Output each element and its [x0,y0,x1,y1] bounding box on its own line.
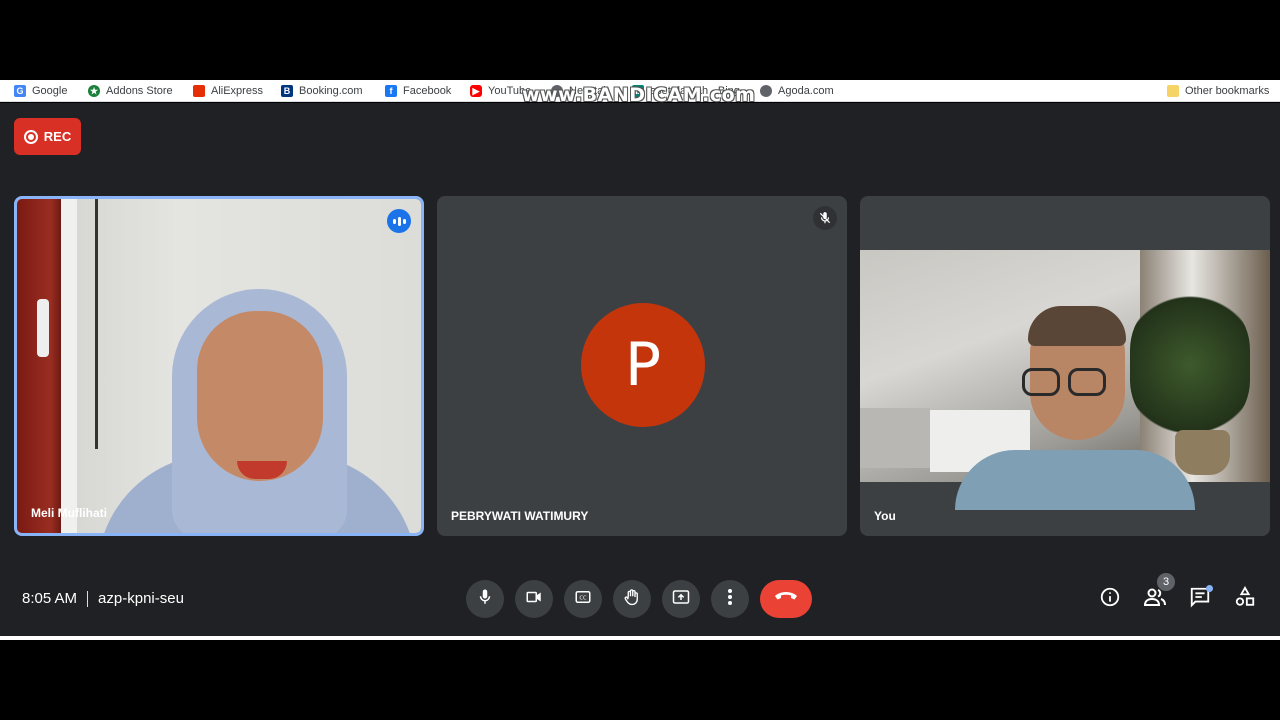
bookmark-booking[interactable]: B Booking.com [281,84,363,98]
booking-icon: B [281,85,293,97]
microphone-button[interactable] [466,580,504,618]
microphone-icon [476,588,494,611]
self-video [860,250,1270,510]
mic-off-icon [813,206,837,230]
speaking-indicator-icon [387,209,411,233]
bookmark-label: Booking.com [299,85,363,97]
meeting-details-button[interactable] [1097,586,1123,612]
activities-icon [1234,585,1256,613]
participant-name: PEBRYWATI WATIMURY [451,509,589,523]
bookmark-label: Facebook [403,85,452,97]
bookmark-label: Agoda.com [778,85,834,97]
recording-indicator: REC [14,118,81,155]
svg-text:CC: CC [579,595,587,601]
participant-avatar: P [581,303,705,427]
facebook-icon: f [385,85,397,97]
participant-tile-meli[interactable]: Meli Muflihati [14,196,424,536]
bookmark-label: AliExpress [211,85,263,97]
aliexpress-icon [193,85,205,97]
more-options-icon [727,588,733,611]
participant-name: Meli Muflihati [31,506,107,520]
more-options-button[interactable] [711,580,749,618]
bottom-divider [0,636,1280,640]
raise-hand-button[interactable] [613,580,651,618]
participant-video [17,199,421,533]
bookmark-addons-store[interactable]: ★ Addons Store [88,84,173,98]
youtube-icon: ▶ [470,85,482,97]
camera-icon [525,588,543,611]
recording-label: REC [43,129,72,144]
other-bookmarks[interactable]: Other bookmarks [1167,84,1269,98]
meeting-info: 8:05 AM azp-kpni-seu [22,590,184,607]
people-count-badge: 3 [1157,573,1175,591]
present-icon [671,588,691,611]
chat-notification-dot [1206,585,1213,592]
folder-icon [1167,85,1179,97]
bookmark-label: Google [32,85,68,97]
meeting-time: 8:05 AM [22,590,78,607]
globe-icon [760,85,772,97]
record-icon [23,129,38,144]
meeting-code[interactable]: azp-kpni-seu [98,590,184,607]
present-button[interactable] [662,580,700,618]
addons-store-icon: ★ [88,85,100,97]
bookmark-google[interactable]: G Google [14,84,67,98]
bookmark-label: Addons Store [106,85,173,97]
info-icon [1099,586,1121,613]
captions-icon: CC [573,588,593,611]
leave-call-icon [774,590,798,608]
screen: G Google ★ Addons Store AliExpress B Boo… [0,0,1280,720]
camera-button[interactable] [515,580,553,618]
raise-hand-icon [623,587,641,612]
participant-tile-you[interactable]: You [860,196,1270,536]
bookmark-agoda[interactable]: Agoda.com [760,84,834,98]
participant-tile-pebrywati[interactable]: P PEBRYWATI WATIMURY [437,196,847,536]
participant-name: You [874,509,896,523]
activities-button[interactable] [1232,585,1258,613]
other-bookmarks-label: Other bookmarks [1185,85,1270,97]
google-icon: G [14,85,26,97]
captions-button[interactable]: CC [564,580,602,618]
bookmark-facebook[interactable]: f Facebook [385,84,451,98]
bookmark-aliexpress[interactable]: AliExpress [193,84,263,98]
leave-call-button[interactable] [760,580,812,618]
meeting-stage: REC Meli Muflihati P PEBRYWATI WATIMURY … [0,103,1280,636]
